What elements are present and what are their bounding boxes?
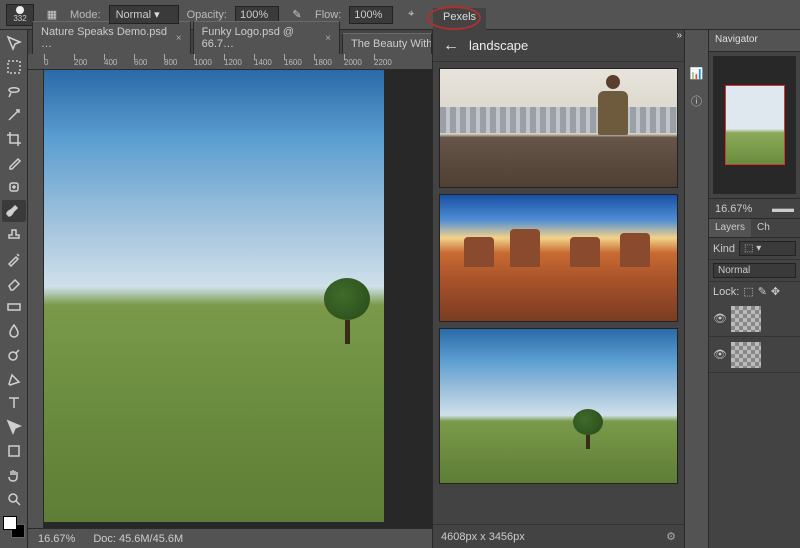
collapse-icon[interactable]: » <box>676 30 682 41</box>
canvas-area[interactable] <box>44 70 432 528</box>
move-tool[interactable] <box>2 32 26 54</box>
lasso-tool[interactable] <box>2 80 26 102</box>
layer-thumb[interactable] <box>731 342 761 368</box>
zoom-slider[interactable]: ▬▬ <box>772 203 794 215</box>
flow-input[interactable]: 100% <box>349 6 393 24</box>
pen-tool[interactable] <box>2 368 26 390</box>
channels-tab[interactable]: Ch <box>751 219 776 237</box>
lock-icon[interactable]: ✎ <box>758 285 767 298</box>
eyedropper-tool[interactable] <box>2 152 26 174</box>
close-icon[interactable]: × <box>176 33 182 44</box>
result-item[interactable] <box>439 194 678 322</box>
visibility-icon[interactable]: 👁 <box>713 348 727 361</box>
status-bar: 16.67% Doc: 45.6M/45.6M <box>28 528 432 548</box>
mode-label: Mode: <box>70 9 101 21</box>
navigator-zoom[interactable]: 16.67% <box>715 203 752 215</box>
blur-tool[interactable] <box>2 320 26 342</box>
zoom-tool[interactable] <box>2 488 26 510</box>
document-tab[interactable]: The Beauty Withi… <box>342 33 432 54</box>
airbrush-icon[interactable]: ⌖ <box>401 5 421 25</box>
pexels-results[interactable] <box>433 62 684 524</box>
doc-size: Doc: 45.6M/45.6M <box>93 533 183 545</box>
type-tool[interactable] <box>2 392 26 414</box>
visibility-icon[interactable]: 👁 <box>713 312 727 325</box>
layers-tab[interactable]: Layers <box>709 219 751 237</box>
layer-row[interactable]: 👁 <box>709 301 800 337</box>
layer-row[interactable]: 👁 <box>709 337 800 373</box>
ruler-horizontal: 0200400600800100012001400160018002000220… <box>28 54 432 70</box>
navigator-preview[interactable] <box>713 56 796 194</box>
document-tab[interactable]: Nature Speaks Demo.psd …× <box>32 21 191 54</box>
tools-panel <box>0 30 28 548</box>
hand-tool[interactable] <box>2 464 26 486</box>
search-term[interactable]: landscape <box>469 38 528 53</box>
history-brush-tool[interactable] <box>2 248 26 270</box>
pexels-panel: Pexels ← landscape 4608px x 3456px ⚙ <box>432 30 684 548</box>
flow-label: Flow: <box>315 9 341 21</box>
result-item[interactable] <box>439 68 678 188</box>
pexels-tab[interactable]: Pexels <box>433 8 486 30</box>
document-canvas[interactable] <box>44 70 384 522</box>
lock-icon[interactable]: ⬚ <box>743 285 753 298</box>
eraser-tool[interactable] <box>2 272 26 294</box>
layer-blend-select[interactable]: Normal <box>713 263 796 278</box>
brush-preview[interactable]: 332 <box>6 4 34 26</box>
brush-tool[interactable] <box>2 200 26 222</box>
heal-tool[interactable] <box>2 176 26 198</box>
color-swatches[interactable] <box>3 516 25 538</box>
crop-tool[interactable] <box>2 128 26 150</box>
gear-icon[interactable]: ⚙ <box>666 530 676 543</box>
image-dimensions: 4608px x 3456px <box>441 531 525 543</box>
kind-label: Kind <box>713 243 735 255</box>
marquee-tool[interactable] <box>2 56 26 78</box>
navigator-tab[interactable]: Navigator <box>709 30 800 52</box>
back-icon[interactable]: ← <box>443 37 459 55</box>
close-icon[interactable]: × <box>325 33 331 44</box>
blend-mode-select[interactable]: Normal ▾ <box>109 5 179 24</box>
gradient-tool[interactable] <box>2 296 26 318</box>
path-tool[interactable] <box>2 416 26 438</box>
shape-tool[interactable] <box>2 440 26 462</box>
stamp-tool[interactable] <box>2 224 26 246</box>
zoom-level[interactable]: 16.67% <box>38 533 75 545</box>
collapsed-dock: » 📊 ⓘ <box>684 30 708 548</box>
wand-tool[interactable] <box>2 104 26 126</box>
layer-thumb[interactable] <box>731 306 761 332</box>
result-item[interactable] <box>439 328 678 484</box>
right-panels: Navigator 16.67% ▬▬ Layers Ch Kind ⬚ ▾ N… <box>708 30 800 548</box>
opacity-label: Opacity: <box>187 9 227 21</box>
histogram-icon[interactable]: 📊 <box>688 64 706 82</box>
document-tabs: Nature Speaks Demo.psd …× Funky Logo.psd… <box>28 30 432 54</box>
info-icon[interactable]: ⓘ <box>688 92 706 110</box>
lock-icon[interactable]: ✥ <box>771 285 780 298</box>
lock-label: Lock: <box>713 286 739 298</box>
dodge-tool[interactable] <box>2 344 26 366</box>
ruler-vertical <box>28 70 44 528</box>
document-tab[interactable]: Funky Logo.psd @ 66.7…× <box>193 21 340 54</box>
kind-filter[interactable]: ⬚ ▾ <box>739 241 796 256</box>
